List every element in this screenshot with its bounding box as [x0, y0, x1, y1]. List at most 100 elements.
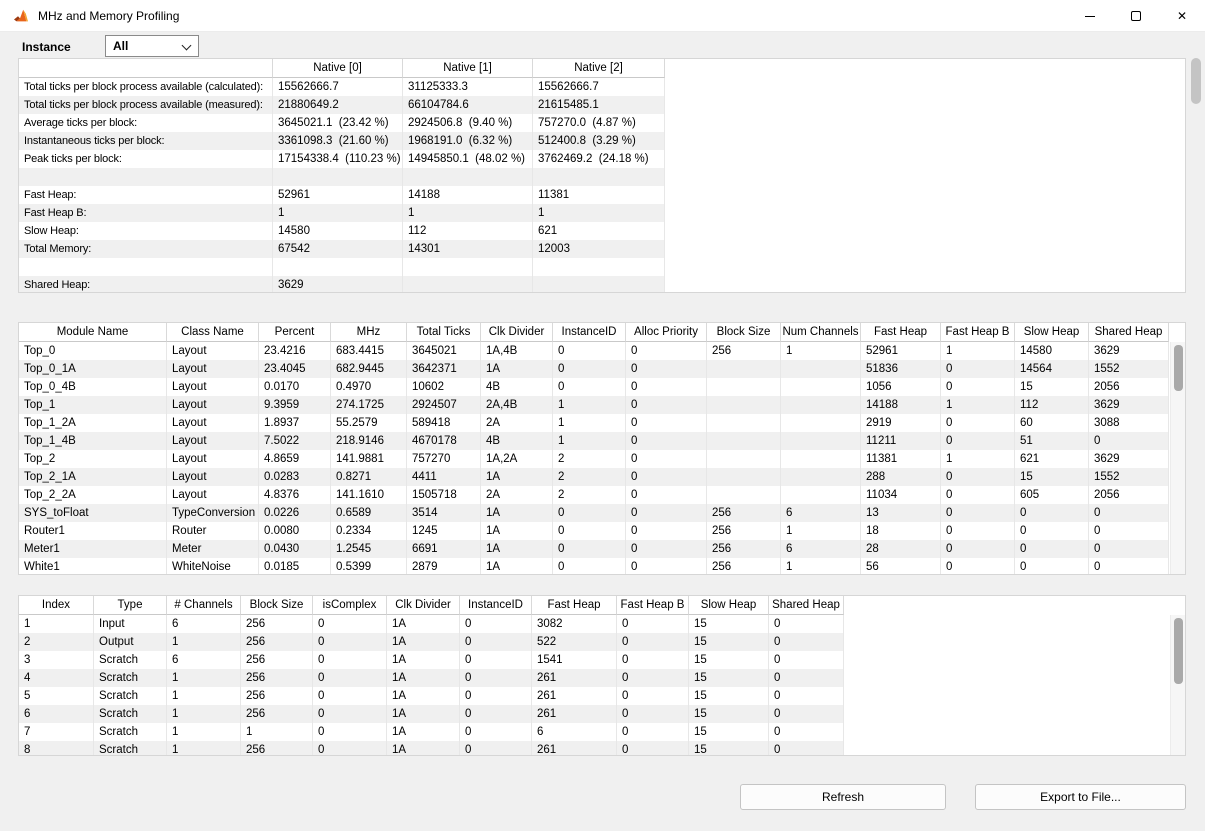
table-cell: 15: [689, 687, 769, 705]
module-table-scrollbar[interactable]: [1170, 342, 1185, 574]
table-cell: 15: [689, 615, 769, 633]
table-row[interactable]: [19, 168, 1185, 186]
table-row[interactable]: Top_0_4BLayout0.01700.4970106024B0010560…: [19, 378, 1185, 396]
close-button[interactable]: ✕: [1159, 0, 1205, 32]
table-cell: WhiteNoise: [167, 558, 259, 575]
table-cell: 15562666.7: [533, 78, 665, 96]
table-cell: 6: [167, 615, 241, 633]
table-row[interactable]: 1Input625601A030820150: [19, 615, 1185, 633]
table-cell: 3642371: [407, 360, 481, 378]
table-row[interactable]: Shared Heap:3629: [19, 276, 1185, 293]
table-row[interactable]: 8Scratch125601A02610150: [19, 741, 1185, 756]
table-cell: 256: [241, 741, 313, 756]
chevron-down-icon: [182, 41, 192, 51]
instance-dropdown[interactable]: All: [105, 35, 199, 57]
summary-table: Native [0]Native [1]Native [2]Total tick…: [18, 58, 1186, 293]
minimize-button[interactable]: [1067, 0, 1113, 32]
table-row[interactable]: Router1Router0.00800.233412451A002561180…: [19, 522, 1185, 540]
table-cell: 1: [241, 723, 313, 741]
table-cell: 1A: [387, 741, 460, 756]
table-cell: Layout: [167, 450, 259, 468]
table-cell: 1A: [387, 651, 460, 669]
table-cell: 1: [167, 633, 241, 651]
table-row[interactable]: Top_2_2ALayout4.8376141.161015057182A201…: [19, 486, 1185, 504]
export-to-file-button[interactable]: Export to File...: [975, 784, 1186, 810]
table-cell: 56: [861, 558, 941, 575]
table-cell: Total ticks per block process available …: [19, 78, 273, 96]
table-cell: Scratch: [94, 687, 167, 705]
table-row[interactable]: Total ticks per block process available …: [19, 96, 1185, 114]
table-cell: 3645021.1 (23.42 %): [273, 114, 403, 132]
table-cell: 1A: [387, 723, 460, 741]
table-cell: 256: [241, 633, 313, 651]
table-cell: [707, 414, 781, 432]
table-row[interactable]: Top_2_1ALayout0.02830.827144111A20288015…: [19, 468, 1185, 486]
table-row[interactable]: 3Scratch625601A015410150: [19, 651, 1185, 669]
column-header: Block Size: [707, 323, 781, 342]
column-header: Fast Heap B: [941, 323, 1015, 342]
table-cell: [273, 258, 403, 276]
table-cell: 1541: [532, 651, 617, 669]
table-row[interactable]: Total ticks per block process available …: [19, 78, 1185, 96]
table-row[interactable]: 5Scratch125601A02610150: [19, 687, 1185, 705]
table-cell: Meter: [167, 540, 259, 558]
table-header-row: Module NameClass NamePercentMHzTotal Tic…: [19, 323, 1185, 342]
table-cell: Layout: [167, 468, 259, 486]
table-cell: 21615485.1: [533, 96, 665, 114]
table-cell: 0.8271: [331, 468, 407, 486]
table-row[interactable]: Peak ticks per block:17154338.4 (110.23 …: [19, 150, 1185, 168]
column-header: InstanceID: [553, 323, 626, 342]
table-cell: 23.4216: [259, 342, 331, 360]
table-row[interactable]: Top_0_1ALayout23.4045682.944536423711A00…: [19, 360, 1185, 378]
table-cell: 21880649.2: [273, 96, 403, 114]
table-row[interactable]: 6Scratch125601A02610150: [19, 705, 1185, 723]
table-row[interactable]: Average ticks per block:3645021.1 (23.42…: [19, 114, 1185, 132]
table-row[interactable]: 7Scratch1101A060150: [19, 723, 1185, 741]
scrollbar-thumb[interactable]: [1174, 345, 1183, 391]
table-cell: 13: [861, 504, 941, 522]
table-cell: Layout: [167, 432, 259, 450]
table-cell: 512400.8 (3.29 %): [533, 132, 665, 150]
table-row[interactable]: Top_1_4BLayout7.5022218.914646701784B101…: [19, 432, 1185, 450]
table-cell: Instantaneous ticks per block:: [19, 132, 273, 150]
table-row[interactable]: Meter1Meter0.04301.254566911A00256628000: [19, 540, 1185, 558]
table-row[interactable]: Slow Heap:14580112621: [19, 222, 1185, 240]
table-row[interactable]: Top_1Layout9.3959274.172529245072A,4B101…: [19, 396, 1185, 414]
table-row[interactable]: [19, 258, 1185, 276]
table-row[interactable]: Fast Heap B:111: [19, 204, 1185, 222]
table-cell: 14564: [1015, 360, 1089, 378]
table-cell: 14188: [861, 396, 941, 414]
table-row[interactable]: White1WhiteNoise0.01850.539928791A002561…: [19, 558, 1185, 575]
table-row[interactable]: Total Memory:675421430112003: [19, 240, 1185, 258]
table-row[interactable]: SYS_toFloatTypeConversion0.02260.6589351…: [19, 504, 1185, 522]
table-row[interactable]: 2Output125601A05220150: [19, 633, 1185, 651]
table-cell: 4B: [481, 378, 553, 396]
table-cell: [707, 432, 781, 450]
table-cell: 1A: [387, 633, 460, 651]
table-cell: 1: [941, 450, 1015, 468]
table-cell: Output: [94, 633, 167, 651]
table-cell: 60: [1015, 414, 1089, 432]
table-cell: 14580: [1015, 342, 1089, 360]
table-cell: 3088: [1089, 414, 1169, 432]
table-cell: 261: [532, 687, 617, 705]
table-cell: [403, 258, 533, 276]
scrollbar-thumb[interactable]: [1191, 58, 1201, 104]
table-row[interactable]: Fast Heap:529611418811381: [19, 186, 1185, 204]
refresh-button[interactable]: Refresh: [740, 784, 946, 810]
maximize-button[interactable]: [1113, 0, 1159, 32]
buffer-table-scrollbar[interactable]: [1170, 615, 1185, 755]
table-cell: 3514: [407, 504, 481, 522]
table-row[interactable]: Top_0Layout23.4216683.441536450211A,4B00…: [19, 342, 1185, 360]
column-header: Index: [19, 596, 94, 615]
table-row[interactable]: Instantaneous ticks per block:3361098.3 …: [19, 132, 1185, 150]
table-row[interactable]: Top_1_2ALayout1.893755.25795894182A10291…: [19, 414, 1185, 432]
table-row[interactable]: 4Scratch125601A02610150: [19, 669, 1185, 687]
table-cell: 256: [241, 669, 313, 687]
table-row[interactable]: Top_2Layout4.8659141.98817572701A,2A2011…: [19, 450, 1185, 468]
scrollbar-thumb[interactable]: [1174, 618, 1183, 684]
window-scrollbar[interactable]: [1189, 34, 1203, 824]
table-cell: 0: [313, 741, 387, 756]
table-cell: 0: [941, 540, 1015, 558]
table-cell: 256: [241, 651, 313, 669]
